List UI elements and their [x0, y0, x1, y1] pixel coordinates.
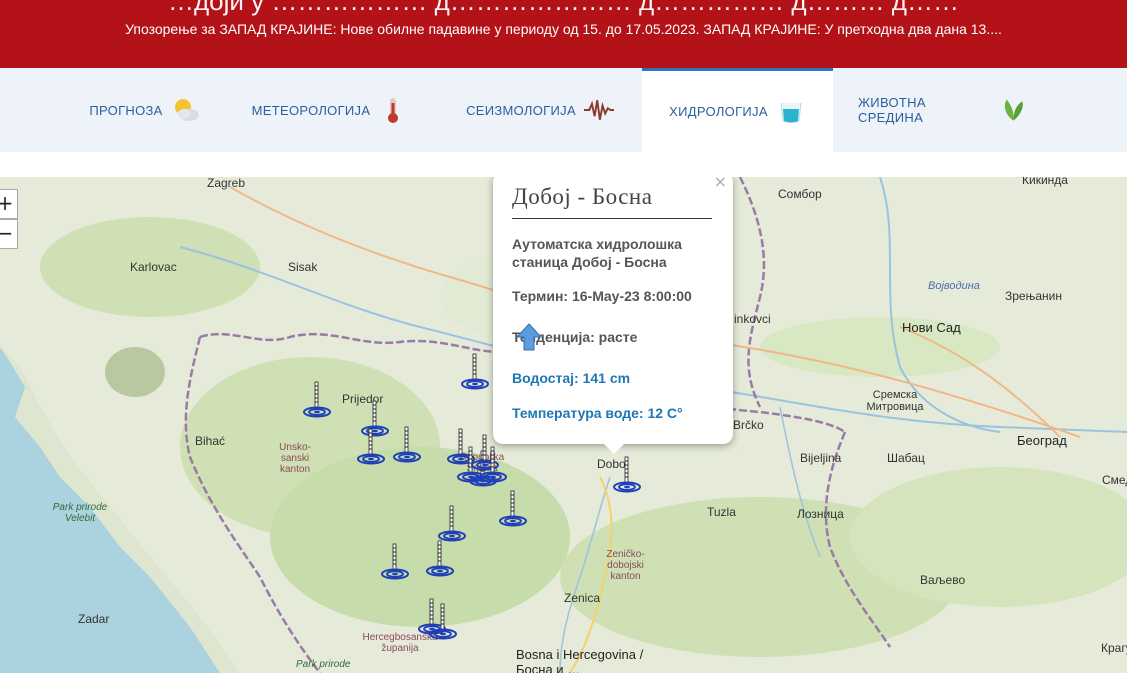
- main-nav: ПРОГНОЗА МЕТЕОРОЛОГИЈА СЕИЗМОЛОГИЈА ХИДР…: [0, 68, 1127, 152]
- map-label: Brčko: [733, 418, 764, 432]
- station-popup: × Добој - Босна Аутоматска хидролошка ст…: [493, 177, 733, 454]
- map-label: Сомбор: [778, 187, 822, 201]
- gauge-station-marker[interactable]: [428, 602, 458, 642]
- tab-label: ЖИВОТНА СРЕДИНА: [858, 95, 926, 125]
- popup-description: Аутоматска хидролошка станица Добој - Бо…: [512, 236, 682, 270]
- gauge-station-marker[interactable]: [425, 539, 455, 579]
- map-label: Кpагу: [1101, 641, 1127, 655]
- map-label: Сремска Митровица: [866, 389, 924, 413]
- gauge-station-marker[interactable]: [302, 380, 332, 420]
- tab-hidrologija[interactable]: ХИДРОЛОГИЈА: [642, 68, 833, 152]
- sun-cloud-icon: [174, 99, 199, 121]
- popup-trend: Тенденција: расте: [512, 323, 717, 351]
- temp-value: 12 C°: [647, 405, 683, 421]
- zoom-out-button[interactable]: −: [0, 219, 18, 249]
- level-value: 141 cm: [582, 370, 631, 386]
- popup-temperature: Температура воде: 12 C°: [512, 404, 717, 422]
- water-icon: [780, 102, 802, 123]
- map-label: Шабац: [887, 451, 925, 465]
- trend-value: расте: [598, 329, 638, 345]
- gauge-station-marker[interactable]: [612, 455, 642, 495]
- hydrology-map[interactable]: + − Zagreb Karlovac Sisak Prijedor Bihać…: [0, 177, 1127, 673]
- tab-label: ХИДРОЛОГИЈА: [669, 104, 768, 119]
- term-value: 16-May-23 8:00:00: [571, 288, 692, 304]
- map-label: Zadar: [78, 612, 110, 626]
- popup-term: Термин: 16-May-23 8:00:00: [512, 287, 717, 305]
- temp-label: Температура воде:: [512, 405, 644, 421]
- tab-label: ПРОГНОЗА: [89, 102, 163, 118]
- map-label: Војводина: [928, 280, 980, 292]
- seismograph-icon: [583, 100, 614, 120]
- arrow-up-icon: [516, 323, 542, 351]
- map-label: Bijeljina: [800, 451, 842, 465]
- close-icon[interactable]: ×: [714, 177, 727, 191]
- alert-banner: …доји у ……………… д………………… д…………… д……… д…… …: [0, 0, 1127, 68]
- map-label: Karlovac: [130, 260, 177, 274]
- gauge-station-marker[interactable]: [437, 504, 467, 544]
- map-label: Нови Сад: [902, 320, 961, 335]
- map-label: Zeničko-dobojski kanton: [606, 549, 645, 582]
- alert-ticker[interactable]: Упозорење за ЗАПАД КРАЈИНЕ: Нове обилне …: [0, 21, 1127, 37]
- zoom-in-button[interactable]: +: [0, 189, 18, 219]
- gauge-station-marker[interactable]: [392, 425, 422, 465]
- banner-cut-title: …доји у ……………… д………………… д…………… д……… д……: [168, 0, 959, 16]
- map-label: Unsko-sanski kanton: [279, 442, 311, 475]
- map-label: Bihać: [195, 434, 226, 448]
- map-label: Смед: [1102, 473, 1127, 487]
- leaf-icon: [1004, 99, 1023, 121]
- level-label: Водостај:: [512, 370, 579, 386]
- map-label: Park prirode Velebit: [52, 502, 108, 524]
- tab-seizmologija[interactable]: СЕИЗМОЛОГИЈА: [460, 68, 620, 152]
- tab-meteorologija[interactable]: МЕТЕОРОЛОГИЈА: [250, 68, 410, 152]
- map-label: Park prirode: [296, 659, 351, 670]
- map-label: inkovci: [734, 312, 771, 326]
- map-label: Зрењанин: [1005, 289, 1062, 303]
- map-label: Кикинда: [1022, 177, 1068, 187]
- map-label: Београд: [1017, 433, 1067, 448]
- map-label: Ваљево: [920, 573, 966, 587]
- tab-prognoza[interactable]: ПРОГНОЗА: [75, 68, 215, 152]
- map-label: Tuzla: [707, 505, 736, 519]
- tab-label: МЕТЕОРОЛОГИЈА: [251, 102, 371, 118]
- gauge-station-marker[interactable]: [478, 445, 508, 485]
- map-label: Sisak: [288, 260, 318, 274]
- gauge-station-marker[interactable]: [498, 489, 528, 529]
- term-label: Термин:: [512, 288, 569, 304]
- map-label: Bosna i Hercegovina / Босна и …: [516, 647, 644, 673]
- thermometer-icon: [388, 98, 399, 123]
- gauge-station-marker[interactable]: [460, 352, 490, 392]
- popup-title: Добој - Босна: [512, 184, 712, 219]
- popup-level: Водостај: 141 cm: [512, 369, 717, 387]
- gauge-station-marker[interactable]: [380, 542, 410, 582]
- map-label: Zenica: [564, 591, 601, 605]
- map-label: Zagreb: [207, 177, 246, 190]
- gauge-station-marker[interactable]: [356, 427, 386, 467]
- tab-zivotna-sredina[interactable]: ЖИВОТНА СРЕДИНА: [858, 68, 1028, 152]
- map-label: Лозница: [797, 507, 844, 521]
- tab-label: СЕИЗМОЛОГИЈА: [466, 102, 576, 118]
